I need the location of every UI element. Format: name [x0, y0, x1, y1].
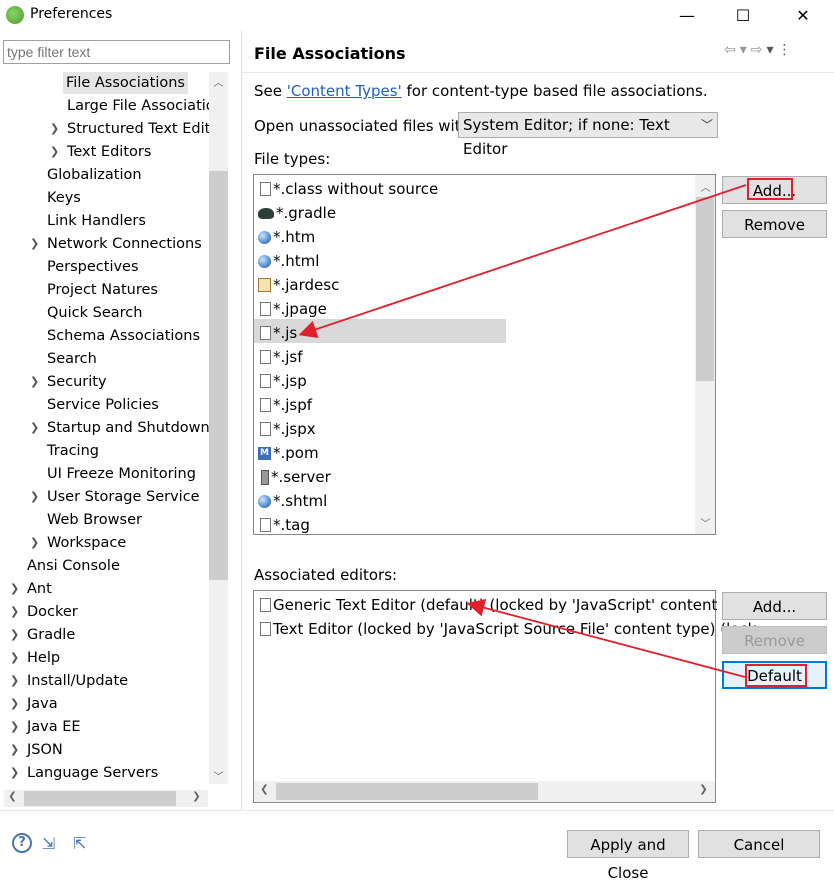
apply-and-close-button[interactable]: Apply and Close [567, 830, 689, 882]
annotation-arrow-to-generic-editor [466, 598, 746, 678]
annotation-arrows [298, 184, 747, 678]
export-icon[interactable]: ⇱ [73, 834, 95, 853]
cancel-button[interactable]: Cancel [698, 830, 820, 858]
import-icon[interactable]: ⇲ [42, 834, 64, 853]
footer-separator [0, 810, 834, 811]
help-icon[interactable]: ? [12, 833, 32, 853]
annotation-arrow-to-js [298, 184, 747, 338]
